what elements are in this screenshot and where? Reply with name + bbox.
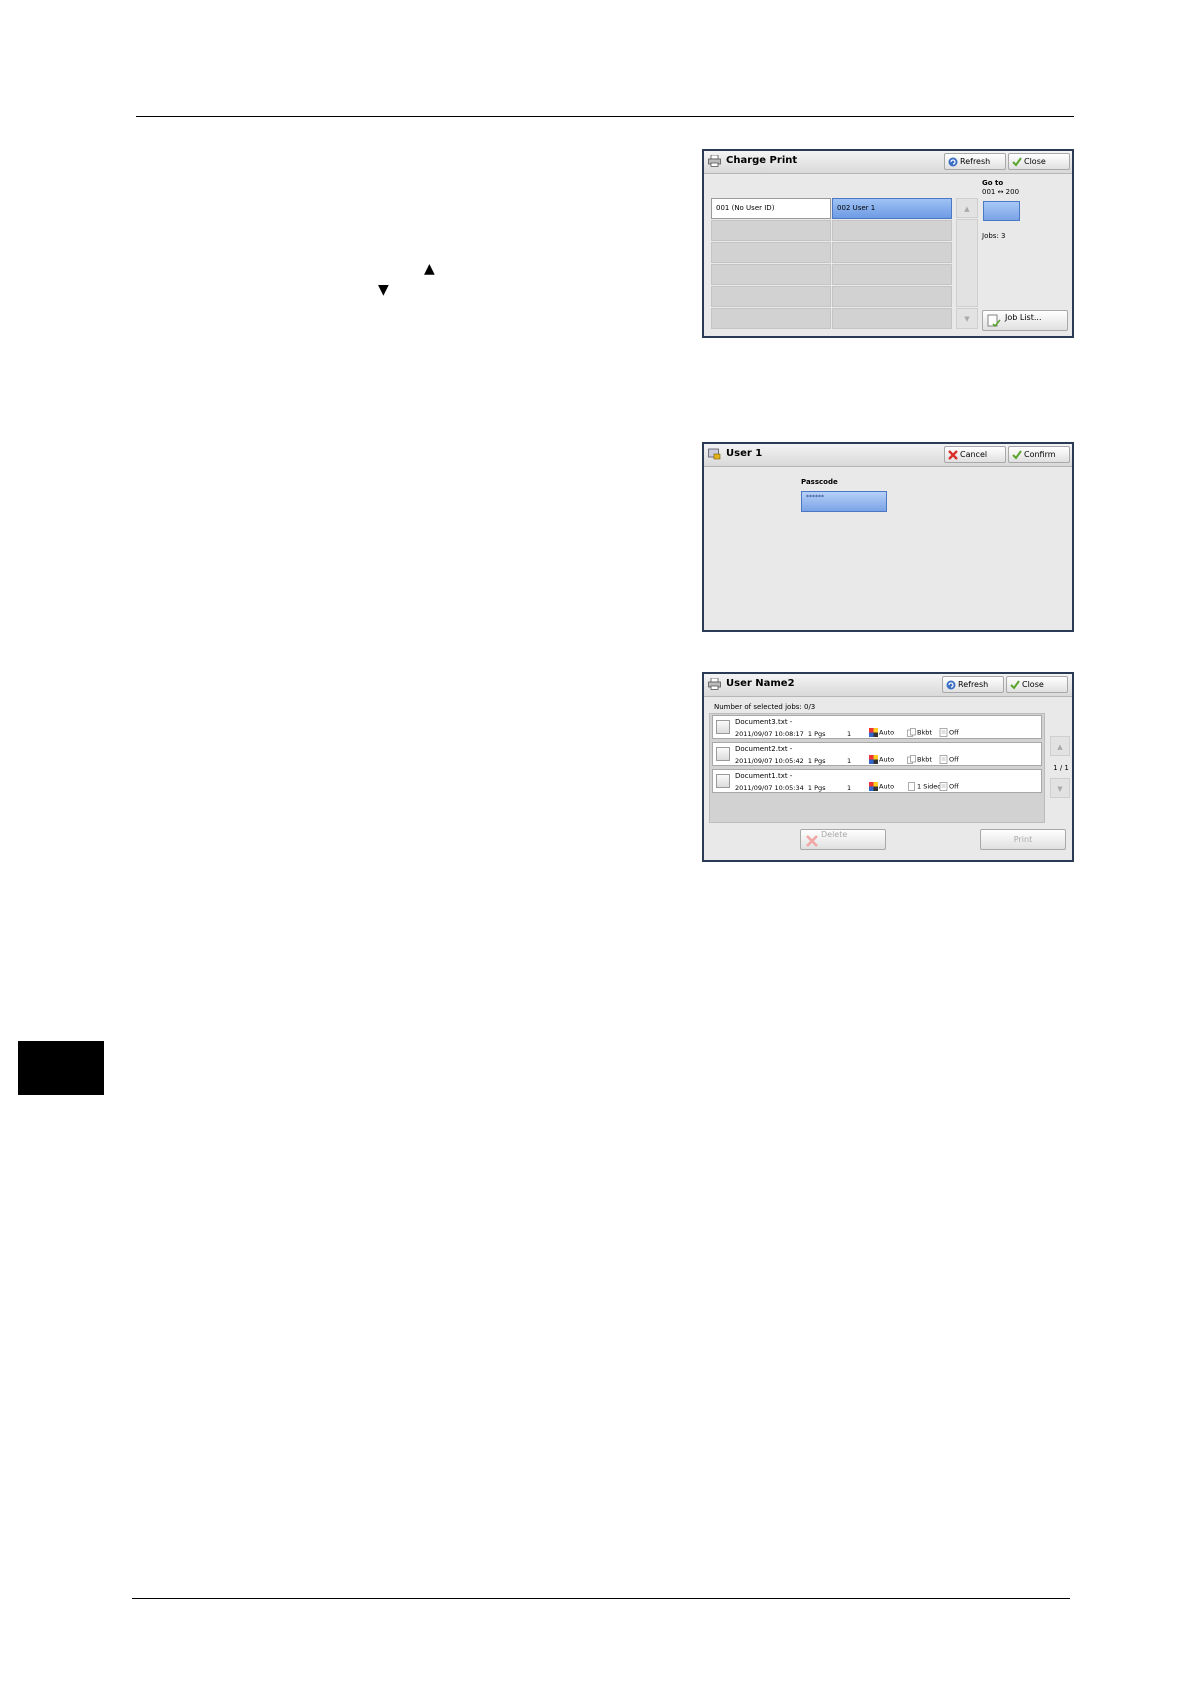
refresh-icon — [946, 680, 956, 690]
job-list-icon — [987, 314, 1001, 328]
checkmark-icon — [1010, 680, 1020, 690]
job-sides: Bkbt — [917, 728, 932, 737]
simplex-icon — [908, 782, 915, 791]
job-color: Auto — [879, 782, 895, 791]
job-sides: Bkbt — [917, 755, 932, 764]
job-pages: 1 Pgs — [807, 730, 826, 738]
job-date: 2011/09/07 10:05:42 — [735, 757, 804, 765]
job-checkbox[interactable] — [716, 774, 730, 788]
job-name: Document1.txt - — [735, 772, 793, 780]
top-rule — [136, 116, 1074, 117]
chapter-tab — [18, 1041, 104, 1095]
empty-user-cell — [832, 264, 952, 285]
job-staple: Off — [949, 728, 959, 737]
title-bar: Charge Print Refresh Close — [704, 151, 1072, 174]
empty-user-cell — [832, 242, 952, 263]
scroll-down-button[interactable]: ▼ — [956, 308, 978, 329]
scroll-down-button[interactable]: ▼ — [1050, 778, 1070, 798]
job-color: Auto — [879, 728, 895, 737]
passcode-input[interactable]: ****** — [801, 491, 887, 512]
scroll-up-button[interactable]: ▲ — [1050, 736, 1070, 756]
selected-jobs-count: Number of selected jobs: 0/3 — [714, 703, 816, 711]
passcode-label: Passcode — [801, 478, 838, 486]
job-checkbox[interactable] — [716, 747, 730, 761]
close-button[interactable]: Close — [1006, 676, 1068, 693]
job-row[interactable]: Document1.txt - 2011/09/07 10:05:34 1 Pg… — [712, 769, 1042, 793]
delete-x-icon — [806, 835, 818, 847]
screen-title: Charge Print — [726, 155, 798, 166]
refresh-button[interactable]: Refresh — [944, 153, 1006, 170]
job-staple: Off — [949, 755, 959, 764]
job-name: Document2.txt - — [735, 745, 793, 753]
job-row[interactable]: Document2.txt - 2011/09/07 10:05:42 1 Pg… — [712, 742, 1042, 766]
job-name: Document3.txt - — [735, 718, 793, 726]
user-lock-icon — [708, 448, 721, 460]
empty-user-cell — [711, 286, 831, 307]
up-arrow-icon: ▲ — [424, 261, 435, 277]
color-mode-icon — [869, 782, 878, 791]
title-bar: User 1 Cancel Confirm — [704, 444, 1072, 467]
scroll-track[interactable] — [956, 219, 978, 307]
close-button[interactable]: Close — [1008, 153, 1070, 170]
empty-user-cell — [711, 264, 831, 285]
delete-button[interactable]: Delete — [800, 829, 886, 850]
jobs-count: Jobs: 3 — [982, 232, 1006, 240]
user-cell-001[interactable]: 001 (No User ID) — [711, 198, 831, 219]
down-arrow-icon: ▼ — [378, 282, 389, 298]
job-sides: 1 Sided — [917, 782, 942, 791]
scroll-up-button[interactable]: ▲ — [956, 198, 978, 218]
empty-user-cell — [832, 308, 952, 329]
screen-title: User Name2 — [726, 678, 795, 689]
printer-icon — [708, 155, 721, 167]
job-quantity: 1 — [847, 730, 852, 738]
print-button[interactable]: Print — [980, 829, 1066, 850]
job-color: Auto — [879, 755, 895, 764]
empty-user-cell — [832, 286, 952, 307]
job-date: 2011/09/07 10:08:17 — [735, 730, 804, 738]
charge-print-screen: Charge Print Refresh Close 001 (No User … — [702, 149, 1074, 338]
empty-user-cell — [711, 308, 831, 329]
printer-icon — [708, 678, 721, 690]
user1-passcode-screen: User 1 Cancel Confirm Passcode ****** — [702, 442, 1074, 632]
job-quantity: 1 — [847, 757, 852, 765]
job-date: 2011/09/07 10:05:34 — [735, 784, 804, 792]
cancel-button[interactable]: Cancel — [944, 446, 1006, 463]
job-checkbox[interactable] — [716, 720, 730, 734]
page-indicator: 1 / 1 — [1053, 764, 1069, 772]
empty-user-cell — [711, 220, 831, 241]
title-bar: User Name2 Refresh Close — [704, 674, 1072, 697]
user-cell-002[interactable]: 002 User 1 — [832, 198, 952, 219]
empty-user-cell — [711, 242, 831, 263]
refresh-icon — [948, 157, 958, 167]
refresh-button[interactable]: Refresh — [942, 676, 1004, 693]
checkmark-icon — [1012, 450, 1022, 460]
job-staple: Off — [949, 782, 959, 791]
empty-user-cell — [832, 220, 952, 241]
passcode-value: ****** — [806, 494, 824, 501]
checkmark-icon — [1012, 157, 1022, 167]
job-quantity: 1 — [847, 784, 852, 792]
duplex-icon — [907, 755, 916, 764]
job-row[interactable]: Document3.txt - 2011/09/07 10:08:17 1 Pg… — [712, 715, 1042, 739]
staple-icon — [939, 728, 948, 737]
duplex-icon — [907, 728, 916, 737]
screen-title: User 1 — [726, 448, 763, 459]
staple-icon — [939, 755, 948, 764]
goto-input[interactable] — [983, 201, 1020, 221]
goto-label: Go to — [982, 179, 1004, 187]
user-name2-jobs-screen: User Name2 Refresh Close Number of selec… — [702, 672, 1074, 862]
goto-range: 001 ↔ 200 — [982, 188, 1020, 196]
cancel-x-icon — [948, 450, 958, 460]
color-mode-icon — [869, 728, 878, 737]
color-mode-icon — [869, 755, 878, 764]
job-list-button[interactable]: Job List... — [982, 310, 1068, 331]
job-pages: 1 Pgs — [807, 757, 826, 765]
job-pages: 1 Pgs — [807, 784, 826, 792]
confirm-button[interactable]: Confirm — [1008, 446, 1070, 463]
bottom-rule — [132, 1598, 1070, 1599]
staple-icon — [939, 782, 948, 791]
